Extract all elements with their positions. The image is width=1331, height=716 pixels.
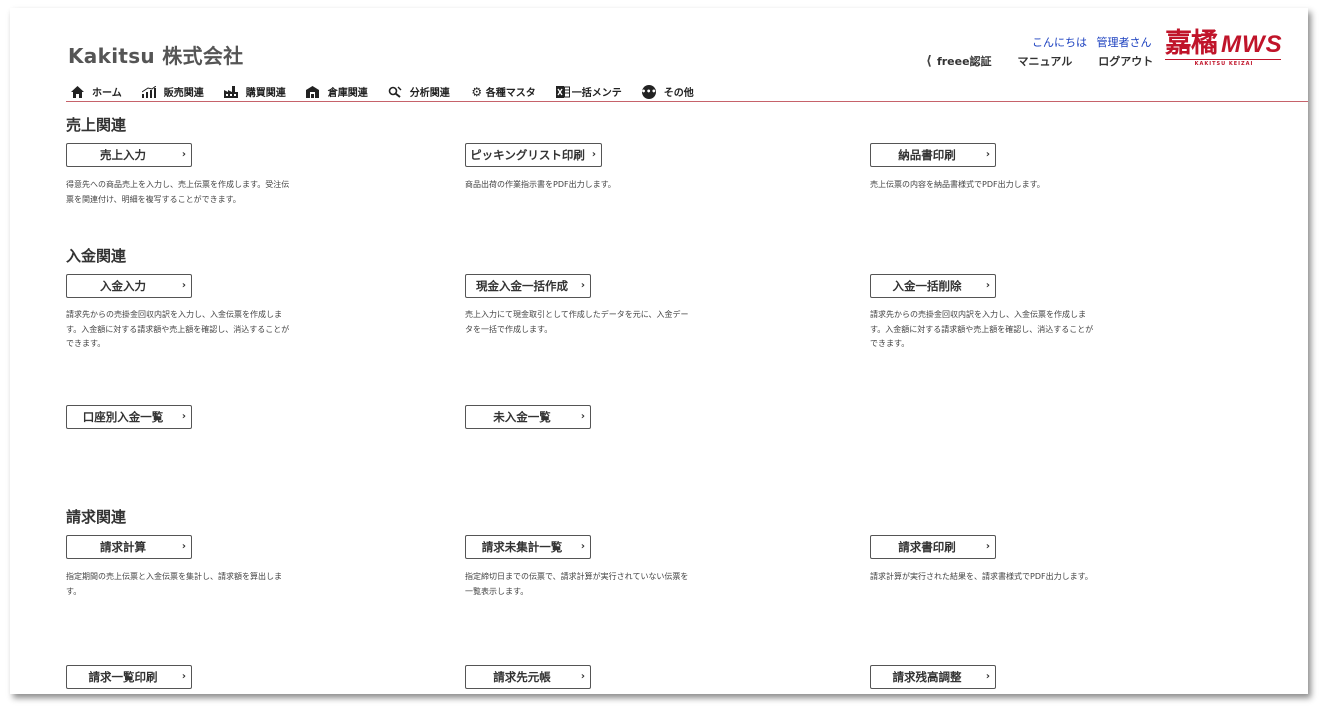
- user-name[interactable]: 管理者さん: [1097, 36, 1152, 49]
- delivery-note-print-button[interactable]: 納品書印刷 ›: [870, 143, 996, 167]
- billing-balance-adjust-label: 請求残高調整: [892, 670, 962, 684]
- chevron-right-icon: ›: [985, 541, 990, 552]
- app-window: Kakitsu 株式会社 こんにちは 管理者さん ⟨ freee認証 マニュアル…: [10, 8, 1308, 694]
- chevron-right-icon: ›: [580, 280, 585, 291]
- picking-list-print-desc: 商品出荷の作業指示書をPDF出力します。: [465, 180, 616, 189]
- billing-ledger-button[interactable]: 請求先元帳 ›: [465, 665, 591, 689]
- chevron-right-icon: ›: [181, 149, 186, 160]
- logo-divider: [1165, 59, 1281, 60]
- account-payment-list-label: 口座別入金一覧: [82, 410, 164, 424]
- nav-purchase[interactable]: 購買関連: [223, 84, 286, 99]
- header-links: ⟨ freee認証 マニュアル ログアウト: [926, 53, 1153, 69]
- unpaid-list-label: 未入金一覧: [493, 410, 551, 424]
- nav-warehouse-label: 倉庫関連: [327, 88, 368, 99]
- delivery-note-print-desc: 売上伝票の内容を納品書様式でPDF出力します。: [870, 180, 1045, 189]
- chevron-right-icon: ›: [985, 280, 990, 291]
- freee-icon: ⟨: [926, 53, 932, 69]
- unpaid-list-button[interactable]: 未入金一覧 ›: [465, 405, 591, 429]
- logo-kanji: 嘉橘: [1165, 28, 1218, 59]
- nav-bulk-label: 一括メンテ: [571, 88, 622, 99]
- logo-mark: 嘉橘 MWS: [1165, 30, 1283, 57]
- nav-divider: [66, 101, 1308, 102]
- nav-analysis-label: 分析関連: [409, 88, 450, 99]
- chevron-right-icon: ›: [580, 541, 585, 552]
- greeting: こんにちは 管理者さん: [1032, 34, 1158, 50]
- gear-icon: ⚙: [471, 84, 483, 99]
- delivery-note-print-label: 納品書印刷: [898, 148, 956, 162]
- freee-auth-label: freee認証: [936, 55, 992, 68]
- section-title-sales: 売上関連: [66, 116, 127, 134]
- logo-mws: MWS: [1221, 31, 1283, 58]
- chevron-right-icon: ›: [580, 671, 585, 682]
- nav-warehouse[interactable]: 倉庫関連: [306, 84, 368, 99]
- manual-link[interactable]: マニュアル: [1018, 53, 1073, 69]
- nav-home-label: ホーム: [92, 88, 122, 99]
- warehouse-icon: [306, 85, 320, 99]
- spreadsheet-icon: [555, 85, 570, 99]
- nav-sales[interactable]: 販売関連: [141, 84, 204, 99]
- chevron-right-icon: ›: [580, 411, 585, 422]
- cash-payment-bulk-button[interactable]: 現金入金一括作成 ›: [465, 274, 591, 298]
- invoice-print-label: 請求書印刷: [898, 540, 956, 554]
- picking-list-print-label: ピッキングリスト印刷: [470, 148, 585, 162]
- billing-calc-button[interactable]: 請求計算 ›: [66, 535, 192, 559]
- section-title-payment: 入金関連: [66, 247, 127, 265]
- invoice-print-desc: 請求計算が実行された結果を、請求書様式でPDF出力します。: [870, 572, 1093, 581]
- nav-master[interactable]: ⚙ 各種マスタ: [470, 84, 536, 100]
- logo-subtitle: KAKITSU KEIZAI: [1194, 61, 1254, 67]
- main-nav: ホーム 販売関連 購買関連 倉庫関連 分析関連 ⚙ 各種マスタ 一括メンテ ••…: [70, 84, 714, 99]
- billing-balance-adjust-button[interactable]: 請求残高調整 ›: [870, 665, 996, 689]
- billing-ledger-label: 請求先元帳: [493, 670, 551, 684]
- unbilled-list-button[interactable]: 請求未集計一覧 ›: [465, 535, 591, 559]
- nav-sales-label: 販売関連: [163, 88, 204, 99]
- unbilled-list-label: 請求未集計一覧: [481, 540, 563, 554]
- billing-list-print-button[interactable]: 請求一覧印刷 ›: [66, 665, 192, 689]
- payment-entry-label: 入金入力: [100, 279, 146, 293]
- account-payment-list-button[interactable]: 口座別入金一覧 ›: [66, 405, 192, 429]
- billing-calc-desc: 指定期間の売上伝票と入金伝票を集計し、請求額を算出します。: [66, 572, 282, 596]
- payment-bulk-delete-label: 入金一括削除: [892, 279, 962, 293]
- payment-entry-button[interactable]: 入金入力 ›: [66, 274, 192, 298]
- nav-bulk[interactable]: 一括メンテ: [555, 84, 622, 99]
- home-icon: [70, 85, 84, 99]
- company-name: Kakitsu 株式会社: [68, 44, 244, 68]
- payment-entry-desc: 請求先からの売掛金回収内訳を入力し、入金伝票を作成します。入金額に対する請求額や…: [66, 310, 290, 348]
- nav-other-label: その他: [663, 88, 694, 99]
- chevron-right-icon: ›: [181, 671, 186, 682]
- sales-entry-desc: 得意先への商品売上を入力し、売上伝票を作成します。受注伝票を関連付け、明細を複写…: [66, 180, 290, 204]
- billing-list-print-label: 請求一覧印刷: [88, 670, 158, 684]
- unbilled-list-desc: 指定締切日までの伝票で、請求計算が実行されていない伝票を一覧表示します。: [465, 572, 689, 596]
- nav-master-label: 各種マスタ: [485, 88, 536, 99]
- nav-analysis[interactable]: 分析関連: [388, 84, 450, 99]
- cash-payment-bulk-label: 現金入金一括作成: [476, 279, 568, 293]
- chevron-right-icon: ›: [181, 541, 186, 552]
- picking-list-print-button[interactable]: ピッキングリスト印刷 ›: [465, 143, 602, 167]
- chevron-right-icon: ›: [985, 671, 990, 682]
- payment-bulk-delete-button[interactable]: 入金一括削除 ›: [870, 274, 996, 298]
- more-icon: •••: [641, 84, 656, 99]
- brand-logo[interactable]: 嘉橘 MWS KAKITSU KEIZAI: [1165, 30, 1283, 70]
- nav-other[interactable]: ••• その他: [641, 84, 694, 99]
- billing-calc-label: 請求計算: [100, 540, 146, 554]
- sales-chart-icon: [141, 85, 156, 99]
- payment-bulk-delete-desc: 請求先からの売掛金回収内訳を入力し、入金伝票を作成します。入金額に対する請求額や…: [870, 310, 1094, 348]
- logout-link[interactable]: ログアウト: [1098, 53, 1153, 69]
- invoice-print-button[interactable]: 請求書印刷 ›: [870, 535, 996, 559]
- cash-payment-bulk-desc: 売上入力にて現金取引として作成したデータを元に、入金データを一括で作成します。: [465, 310, 689, 334]
- freee-auth-link[interactable]: ⟨ freee認証: [926, 53, 992, 69]
- chevron-right-icon: ›: [591, 149, 596, 160]
- section-title-billing: 請求関連: [66, 508, 127, 526]
- nav-home[interactable]: ホーム: [70, 84, 122, 99]
- sales-entry-label: 売上入力: [100, 148, 146, 162]
- greeting-text: こんにちは: [1032, 36, 1087, 49]
- chevron-right-icon: ›: [181, 411, 186, 422]
- nav-purchase-label: 購買関連: [245, 88, 286, 99]
- analysis-icon: [388, 85, 402, 99]
- factory-icon: [223, 85, 238, 99]
- sales-entry-button[interactable]: 売上入力 ›: [66, 143, 192, 167]
- chevron-right-icon: ›: [985, 149, 990, 160]
- chevron-right-icon: ›: [181, 280, 186, 291]
